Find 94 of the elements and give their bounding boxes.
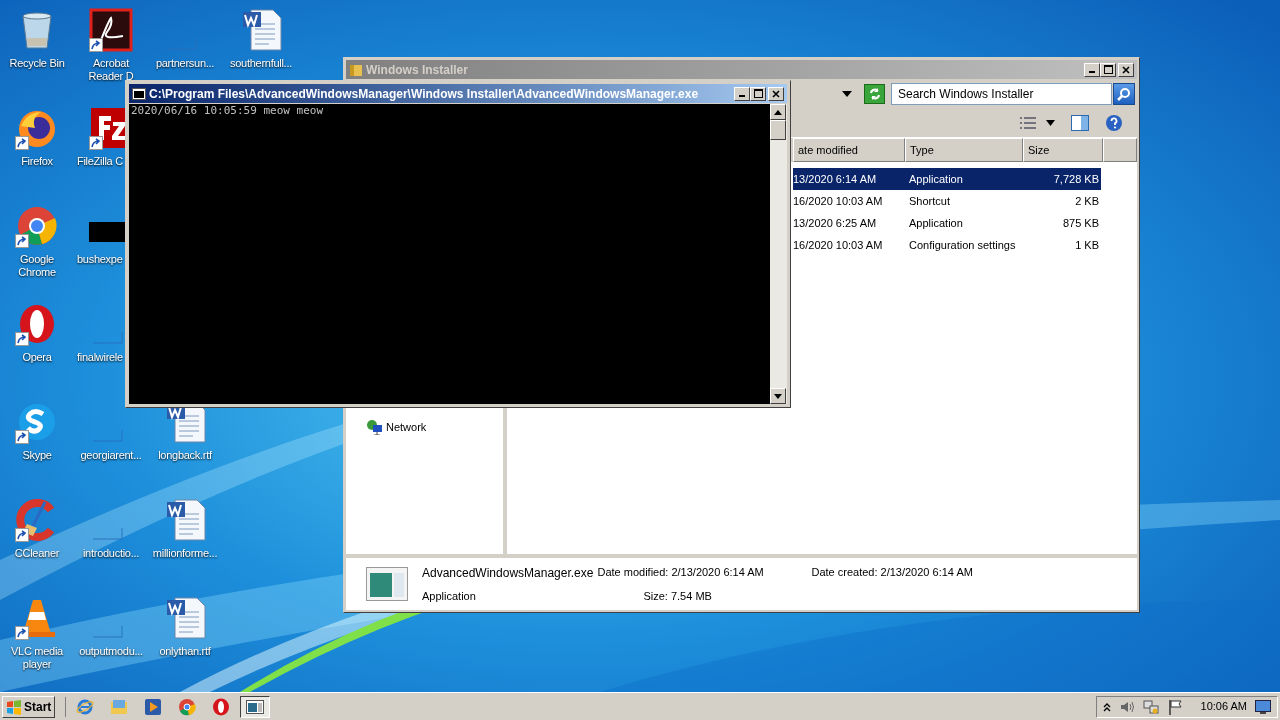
folder-icon: [110, 697, 129, 716]
maximize-icon: [1103, 65, 1113, 74]
scroll-up-button[interactable]: [770, 104, 786, 120]
chrome-icon: [15, 204, 59, 248]
folder-icon: [349, 62, 363, 77]
minimize-button[interactable]: [1084, 62, 1100, 77]
shortcut-arrow-icon: [15, 332, 29, 346]
date-created: Date created: 2/13/2020 6:14 AM: [811, 564, 973, 580]
search-button[interactable]: [1113, 83, 1135, 105]
column-header[interactable]: ate modified: [793, 138, 905, 162]
desktop-icon-label[interactable]: longback.rtf: [149, 449, 221, 462]
shortcut-arrow-icon: [15, 136, 29, 150]
up-arrow-icon: [774, 109, 782, 115]
desktop-icon-label[interactable]: onlythan.rtf: [149, 645, 221, 658]
desktop-icon-label[interactable]: outputmodu...: [75, 645, 147, 658]
desktop-icon-label[interactable]: partnersun...: [149, 57, 221, 70]
shortcut-arrow-icon: [15, 234, 29, 248]
refresh-icon: [867, 87, 882, 101]
close-icon: [1122, 65, 1130, 74]
show-hidden-icons-icon[interactable]: [1102, 701, 1111, 712]
file-row[interactable]: 16/2020 10:03 AM Configuration settings 1 KB: [793, 234, 1101, 256]
file-name: AdvancedWindowsManager.exe: [422, 564, 594, 582]
desktop-icon-label[interactable]: FileZilla C: [74, 155, 123, 168]
console-icon: [132, 87, 146, 100]
column-header[interactable]: [1103, 138, 1137, 162]
network-icon: [366, 419, 382, 436]
desktop-icon-label[interactable]: CCleaner: [1, 547, 73, 560]
close-icon: [772, 89, 780, 98]
minimize-icon: [739, 95, 745, 97]
dropdown-arrow-icon[interactable]: [842, 91, 852, 97]
desktop-icon-label[interactable]: Skype: [1, 449, 73, 462]
internet-explorer-icon: [76, 697, 95, 716]
console-icon: [246, 699, 265, 714]
search-icon: [1117, 87, 1131, 101]
desktop-icon-label[interactable]: finalwirele: [74, 351, 123, 364]
scroll-down-button[interactable]: [770, 388, 786, 404]
desktop-icon-label[interactable]: Opera: [1, 351, 73, 364]
preview-pane-icon[interactable]: [1071, 115, 1089, 131]
file-row[interactable]: 13/2020 6:14 AM Application 7,728 KB: [793, 168, 1101, 190]
console-output-line: 2020/06/16 10:05:59 meow meow: [131, 104, 325, 118]
minimize-button[interactable]: [734, 86, 750, 101]
desktop-icon-label[interactable]: Acrobat Reader D: [75, 57, 147, 83]
nav-item[interactable]: Network: [366, 419, 503, 436]
dropdown-arrow-icon[interactable]: [1046, 120, 1055, 126]
desktop-icon-label[interactable]: Recycle Bin: [1, 57, 73, 70]
desktop-icon-label[interactable]: introductio...: [75, 547, 147, 560]
application-icon: [366, 567, 408, 601]
shortcut-arrow-icon: [15, 528, 29, 542]
refresh-button[interactable]: [864, 84, 885, 104]
scroll-thumb[interactable]: [770, 120, 786, 140]
window-title: Windows Installer: [366, 61, 469, 79]
desktop-icon-label[interactable]: Firefox: [1, 155, 73, 168]
start-button[interactable]: Start: [2, 695, 56, 718]
file-size: Size: 7.54 MB: [642, 588, 713, 604]
file-row[interactable]: 13/2020 6:25 AM Application 875 KB: [793, 212, 1101, 234]
column-header[interactable]: Size: [1023, 138, 1103, 162]
shortcut-arrow-icon: [89, 38, 103, 52]
desktop-icon-label[interactable]: Google Chrome: [1, 253, 73, 279]
desktop-icon-label[interactable]: bushexpe: [74, 253, 123, 266]
show-desktop-icon[interactable]: [1255, 699, 1271, 714]
chrome-icon: [178, 697, 197, 716]
file-type: Application: [422, 588, 477, 604]
media-player-icon: [144, 697, 163, 716]
network-icon[interactable]: [1142, 698, 1159, 715]
acrobat-icon: [89, 8, 133, 52]
column-header[interactable]: Type: [905, 138, 1023, 162]
desktop-icon-label[interactable]: millionforme...: [149, 547, 221, 560]
window-title: C:\Program Files\AdvancedWindowsManager\Windows Installer\AdvancedWindowsManager.exe: [149, 85, 700, 103]
close-button[interactable]: [1118, 62, 1134, 77]
taskbar-button[interactable]: [240, 695, 271, 718]
desktop-icon-label[interactable]: southernfull...: [225, 57, 297, 70]
minimize-icon: [1089, 71, 1095, 73]
desktop-icon-label[interactable]: VLC media player: [1, 645, 73, 671]
close-button[interactable]: [768, 86, 784, 101]
help-icon[interactable]: [1105, 114, 1123, 132]
windows-logo-icon: [6, 698, 22, 715]
file-row[interactable]: 16/2020 10:03 AM Shortcut 2 KB: [793, 190, 1101, 212]
shortcut-arrow-icon: [15, 430, 29, 444]
view-list-icon[interactable]: [1020, 116, 1036, 130]
flag-icon[interactable]: [1166, 698, 1183, 715]
clock[interactable]: 10:06 AM: [1200, 698, 1247, 715]
shortcut-arrow-icon: [89, 136, 103, 150]
file-icon: [93, 626, 123, 638]
opera-icon: [212, 697, 231, 716]
shortcut-arrow-icon: [15, 626, 29, 640]
maximize-icon: [753, 89, 763, 98]
file-icon: [93, 528, 123, 540]
desktop-icon-label[interactable]: georgiarent...: [75, 449, 147, 462]
search-field[interactable]: Search Windows Installer: [891, 83, 1112, 105]
maximize-button[interactable]: [750, 86, 766, 101]
down-arrow-icon: [774, 393, 782, 399]
maximize-button[interactable]: [1100, 62, 1116, 77]
scrollbar[interactable]: [770, 104, 787, 404]
date-modified: Date modified: 2/13/2020 6:14 AM: [597, 564, 765, 580]
